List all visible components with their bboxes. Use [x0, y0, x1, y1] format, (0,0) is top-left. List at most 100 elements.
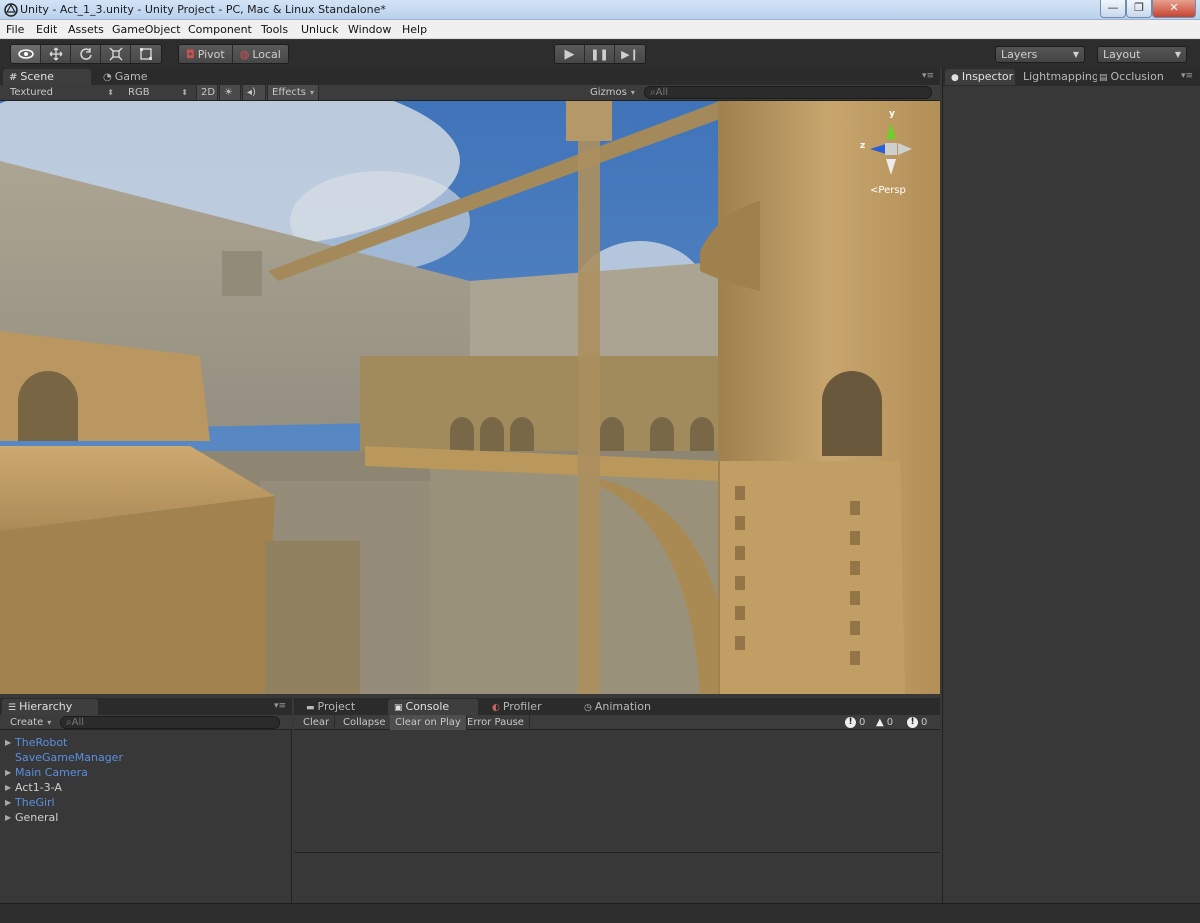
menu-tools[interactable]: Tools [261, 23, 288, 36]
scene-render [0, 101, 940, 694]
clear-on-play-button[interactable]: Clear on Play [390, 715, 467, 730]
tab-project[interactable]: ▬ Project [300, 699, 380, 715]
scene-search-input[interactable]: ⌕All [644, 86, 932, 99]
tab-game[interactable]: ◔ Game [97, 69, 187, 85]
audio-toggle-button[interactable]: ◂) [242, 85, 266, 100]
maximize-button[interactable]: ❐ [1126, 0, 1152, 18]
scene-tab-bar: # Scene ◔ Game ▾≡ [0, 68, 940, 85]
tab-hierarchy-label: Hierarchy [19, 700, 73, 713]
hierarchy-item[interactable]: SaveGameManager [0, 750, 290, 765]
panel-menu-icon[interactable]: ▾≡ [922, 71, 934, 81]
pause-icon: ❚❚ [590, 47, 609, 61]
layers-dropdown[interactable]: Layers ▼ [995, 46, 1085, 63]
sun-icon: ☀ [224, 87, 233, 98]
layout-dropdown[interactable]: Layout ▼ [1097, 46, 1187, 63]
move-tool-button[interactable] [41, 45, 71, 63]
pause-button[interactable]: ❚❚ [585, 45, 615, 63]
tab-profiler[interactable]: ◐ Profiler [486, 699, 570, 715]
rotate-icon [79, 48, 92, 60]
effects-label: Effects [272, 87, 306, 98]
scale-tool-button[interactable] [101, 45, 131, 63]
menu-help[interactable]: Help [402, 23, 427, 36]
hierarchy-item[interactable]: ▶ General [0, 810, 290, 825]
menu-unluck[interactable]: Unluck [301, 23, 338, 36]
expand-arrow-icon[interactable]: ▶ [5, 765, 11, 780]
menu-file[interactable]: File [6, 23, 24, 36]
hierarchy-item-label: TheGirl [15, 796, 55, 809]
pivot-icon: ◘ [186, 47, 195, 61]
tab-animation[interactable]: ◷ Animation [578, 699, 674, 715]
clear-button[interactable]: Clear [298, 715, 336, 730]
expand-arrow-icon[interactable]: ▶ [5, 810, 11, 825]
tab-console[interactable]: ▣ Console [388, 699, 478, 715]
menu-edit[interactable]: Edit [36, 23, 57, 36]
scene-orientation-gizmo[interactable]: y z [858, 109, 924, 177]
minimize-button[interactable]: — [1100, 0, 1126, 18]
effects-dropdown[interactable]: Effects ▾ [267, 85, 319, 100]
step-button[interactable]: ▶❙ [615, 45, 645, 63]
error-count-toggle[interactable]: ! 0 [845, 716, 865, 729]
tab-lightmapping[interactable]: Lightmapping [1017, 69, 1097, 85]
error-pause-button[interactable]: Error Pause [462, 715, 530, 730]
color-mode-dropdown[interactable]: RGB ⬍ [120, 85, 192, 100]
panel-menu-icon[interactable]: ▾≡ [274, 701, 286, 711]
local-button[interactable]: ◍ Local [232, 45, 288, 63]
chevron-down-icon: ▾ [47, 718, 52, 727]
tab-scene[interactable]: # Scene [3, 69, 91, 85]
panel-menu-icon[interactable]: ▾≡ [1181, 71, 1193, 81]
scene-viewport[interactable]: y z <Persp [0, 101, 940, 694]
info-icon: ● [951, 73, 959, 83]
menu-assets[interactable]: Assets [68, 23, 104, 36]
rect-tool-button[interactable] [131, 45, 161, 63]
rotate-tool-button[interactable] [71, 45, 101, 63]
menu-window[interactable]: Window [348, 23, 391, 36]
tab-inspector-label: Inspector [961, 70, 1014, 83]
projection-toggle[interactable]: <Persp [870, 185, 906, 196]
hierarchy-item[interactable]: ▶ Act1-3-A [0, 780, 290, 795]
gizmo-z-label: z [860, 141, 866, 151]
expand-arrow-icon[interactable]: ▶ [5, 780, 11, 795]
collapse-button[interactable]: Collapse [338, 715, 392, 730]
gizmos-dropdown[interactable]: Gizmos ▾ [590, 85, 635, 100]
error-count: 0 [859, 717, 866, 728]
chevron-down-icon: ▾ [310, 88, 315, 97]
render-mode-value: Textured [10, 87, 53, 98]
lighting-toggle-button[interactable]: ☀ [219, 85, 241, 100]
view-tool-button[interactable] [11, 45, 41, 63]
tab-inspector[interactable]: ● Inspector [945, 69, 1015, 85]
menu-component[interactable]: Component [188, 23, 252, 36]
play-button[interactable]: ▶ [555, 45, 585, 63]
log-count: 0 [921, 717, 928, 728]
scale-icon [109, 47, 122, 61]
close-button[interactable]: ✕ [1152, 0, 1196, 18]
tab-project-label: Project [317, 700, 356, 713]
tab-occlusion[interactable]: ▤ Occlusion [1093, 69, 1173, 85]
pivot-button[interactable]: ◘ Pivot [179, 45, 233, 63]
tab-console-label: Console [405, 700, 450, 713]
hierarchy-search-input[interactable]: ⌕All [60, 716, 280, 729]
warning-count-toggle[interactable]: ▲ 0 [876, 716, 893, 729]
expand-arrow-icon[interactable]: ▶ [5, 735, 11, 750]
hierarchy-item-label: SaveGameManager [15, 751, 123, 764]
tab-hierarchy[interactable]: ☰ Hierarchy [2, 699, 98, 715]
console-icon: ▣ [394, 703, 403, 713]
scene-grid-icon: # [9, 72, 18, 83]
create-label: Create [10, 717, 44, 728]
warning-icon: ▲ [876, 717, 884, 728]
hierarchy-item[interactable]: ▶ Main Camera [0, 765, 290, 780]
log-count-toggle[interactable]: ! 0 [907, 716, 927, 729]
hierarchy-item[interactable]: ▶ TheGirl [0, 795, 290, 810]
gizmo-axes-icon [870, 123, 912, 175]
step-icon: ▶❙ [621, 47, 639, 61]
updown-icon: ⬍ [181, 88, 188, 97]
create-dropdown[interactable]: Create ▾ [10, 715, 51, 730]
tab-occlusion-label: Occlusion [1110, 70, 1164, 83]
render-mode-dropdown[interactable]: Textured ⬍ [0, 85, 118, 100]
hierarchy-item-label: General [15, 811, 59, 824]
hierarchy-item[interactable]: ▶ TheRobot [0, 735, 290, 750]
menu-gameobject[interactable]: GameObject [112, 23, 181, 36]
console-detail-divider[interactable] [294, 852, 940, 853]
expand-arrow-icon[interactable]: ▶ [5, 795, 11, 810]
scene-search-placeholder: All [655, 87, 669, 98]
toggle-2d-button[interactable]: 2D [196, 85, 218, 100]
